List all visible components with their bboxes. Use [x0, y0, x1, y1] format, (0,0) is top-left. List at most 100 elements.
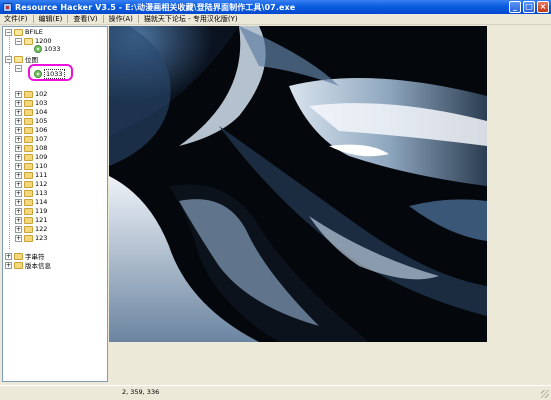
folder-icon [24, 234, 33, 242]
tree-node-label: 107 [35, 135, 48, 143]
folder-icon [24, 189, 33, 197]
highlight-circle [28, 64, 73, 81]
folder-icon [24, 171, 33, 179]
tree-node-label: 1200 [35, 37, 52, 45]
tree-node-folder[interactable]: +103 [15, 99, 47, 107]
expand-icon[interactable]: + [15, 180, 22, 188]
menu-action[interactable]: 操作(A) [105, 14, 137, 24]
tree-node-folder[interactable]: +111 [15, 171, 47, 179]
window-controls: _ □ × [509, 1, 549, 13]
expand-icon[interactable]: + [15, 135, 22, 143]
maximize-button[interactable]: □ [523, 1, 535, 13]
tree-node-expander[interactable]: − [15, 64, 24, 72]
expand-icon[interactable]: + [15, 90, 22, 98]
expand-icon[interactable]: + [15, 234, 22, 242]
menu-view[interactable]: 查看(V) [69, 14, 101, 24]
expand-icon[interactable]: + [5, 261, 12, 269]
expand-icon[interactable]: + [15, 171, 22, 179]
expand-icon[interactable]: + [15, 153, 22, 161]
collapse-icon[interactable]: − [15, 37, 22, 45]
expand-icon[interactable]: + [15, 198, 22, 206]
tree-node-folder[interactable]: +119 [15, 207, 47, 215]
expand-icon[interactable]: + [15, 189, 22, 197]
tree-node-folder[interactable]: +108 [15, 144, 47, 152]
folder-icon [24, 90, 33, 98]
tree-node-folder[interactable]: +123 [15, 234, 47, 242]
tree-node-label: 1033 [44, 45, 61, 53]
expand-icon[interactable]: + [15, 162, 22, 170]
folder-icon [24, 135, 33, 143]
collapse-icon[interactable]: − [5, 55, 12, 63]
tree-node-folder[interactable]: +113 [15, 189, 47, 197]
menu-file[interactable]: 文件(F) [0, 14, 32, 24]
tree-node-label: 113 [35, 189, 48, 197]
tree-node-folder[interactable]: +122 [15, 225, 47, 233]
tree-node-label: 106 [35, 126, 48, 134]
folder-icon [24, 180, 33, 188]
tree-node-folder[interactable]: +114 [15, 198, 47, 206]
tree-node-folder[interactable]: +109 [15, 153, 47, 161]
close-button[interactable]: × [537, 1, 549, 13]
tree-node-label: 位图 [25, 56, 38, 64]
tree-node-string-table[interactable]: + 字串符 [5, 252, 45, 261]
tree-node-folder[interactable]: +121 [15, 216, 47, 224]
expand-icon[interactable]: + [15, 99, 22, 107]
expand-icon[interactable]: + [15, 216, 22, 224]
expand-icon[interactable]: + [15, 108, 22, 116]
abstract-chrome-image [109, 26, 487, 342]
tree-node-bfile[interactable]: − BFILE [5, 28, 43, 36]
menu-separator [137, 15, 139, 23]
folder-icon [14, 261, 23, 269]
folder-open-icon [14, 28, 23, 36]
tree-node-1033-resource[interactable]: 1033 [34, 45, 61, 53]
tree-node-label: 103 [35, 99, 48, 107]
tree-node-1200[interactable]: − 1200 [15, 37, 52, 45]
tree-node-label: 119 [35, 207, 48, 215]
title-bar: Resource Hacker V3.5 - E:\动漫画相关收藏\登陆界面制作… [0, 0, 551, 14]
resize-grip-icon[interactable] [541, 390, 549, 398]
menu-edit[interactable]: 编辑(E) [35, 14, 67, 24]
folder-icon [24, 108, 33, 116]
tree-node-folder[interactable]: +104 [15, 108, 47, 116]
resource-preview-panel [108, 26, 549, 382]
tree-node-folder[interactable]: +106 [15, 126, 47, 134]
tree-node-label: 114 [35, 198, 48, 206]
tree-node-version-info[interactable]: + 版本信息 [5, 261, 51, 270]
tree-node-label: 112 [35, 180, 48, 188]
status-bar: 2, 359, 336 [0, 385, 551, 400]
folder-icon [24, 198, 33, 206]
tree-node-label: 109 [35, 153, 48, 161]
folder-icon [24, 153, 33, 161]
tree-node-folder[interactable]: +112 [15, 180, 47, 188]
minimize-button[interactable]: _ [509, 1, 521, 13]
tree-line [9, 34, 10, 56]
tree-node-label: 123 [35, 234, 48, 242]
tree-node-folder[interactable]: +105 [15, 117, 47, 125]
tree-node-label: 104 [35, 108, 48, 116]
expand-icon[interactable]: + [5, 252, 12, 260]
expand-icon[interactable]: + [15, 126, 22, 134]
folder-icon [24, 216, 33, 224]
folder-icon [24, 225, 33, 233]
expand-icon[interactable]: + [15, 225, 22, 233]
tree-node-bitmap[interactable]: − 位图 [5, 55, 38, 64]
folder-icon [24, 126, 33, 134]
expand-icon[interactable]: + [15, 117, 22, 125]
tree-node-label: BFILE [25, 28, 43, 36]
tree-node-label: 111 [35, 171, 48, 179]
menu-forum[interactable]: 猫就天下论坛 - 专用汉化版(Y) [140, 14, 242, 24]
status-text: 2, 359, 336 [122, 388, 160, 396]
collapse-icon[interactable]: − [15, 64, 22, 72]
tree-node-folder[interactable]: +110 [15, 162, 47, 170]
resource-tree[interactable]: − BFILE − 1200 1033 − 位图 − 1033 +102 +103… [2, 26, 108, 382]
folder-icon [24, 162, 33, 170]
collapse-icon[interactable]: − [5, 28, 12, 36]
expand-icon[interactable]: + [15, 144, 22, 152]
menu-separator [102, 15, 104, 23]
tree-node-label: 110 [35, 162, 48, 170]
tree-node-folder[interactable]: +102 [15, 90, 47, 98]
bitmap-preview [109, 26, 487, 342]
expand-icon[interactable]: + [15, 207, 22, 215]
folder-icon [24, 207, 33, 215]
tree-node-folder[interactable]: +107 [15, 135, 47, 143]
